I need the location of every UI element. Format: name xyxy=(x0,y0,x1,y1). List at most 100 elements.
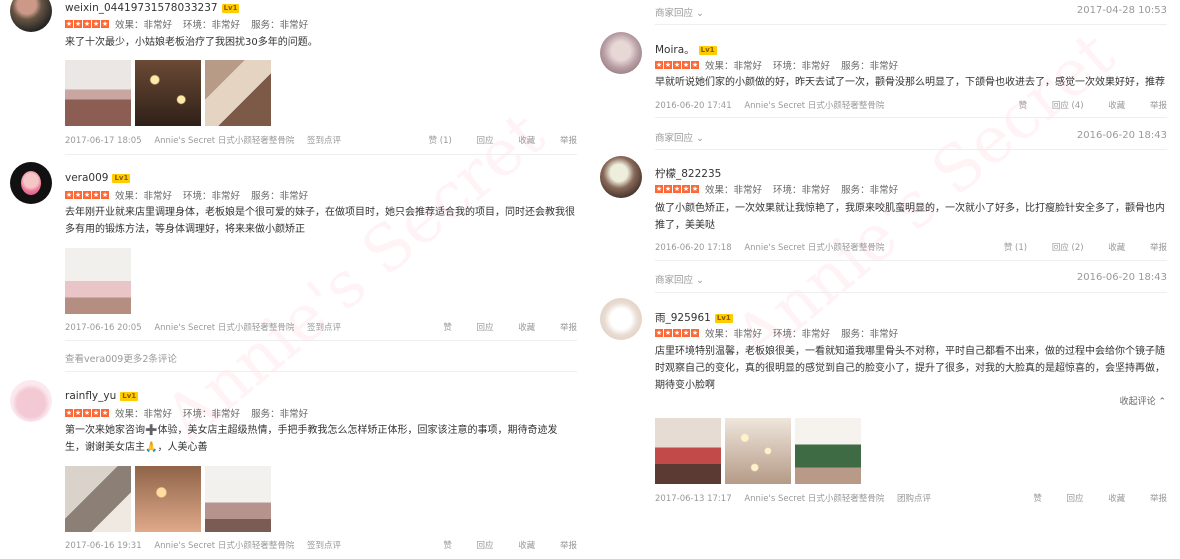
star-icon: ★ xyxy=(74,20,82,28)
star-icon: ★ xyxy=(83,20,91,28)
merchant-reply-toggle[interactable]: 商家回应 ⌄ 2016-06-20 18:43 xyxy=(655,272,1167,286)
username[interactable]: rainfly_yu xyxy=(65,390,116,402)
rating-service: 服务：非常好 xyxy=(251,191,309,202)
star-icon: ★ xyxy=(65,20,73,28)
report-button[interactable]: 举报 xyxy=(1150,243,1167,253)
rating-service: 服务：非常好 xyxy=(841,61,899,72)
shop-name[interactable]: Annie's Secret 日式小颜轻奢整骨院 xyxy=(744,243,884,253)
shop-name[interactable]: Annie's Secret 日式小颜轻奢整骨院 xyxy=(154,541,294,551)
star-icon: ★ xyxy=(101,191,109,199)
collapse-review-button[interactable]: 收起评论 ⌃ xyxy=(1120,394,1166,407)
report-button[interactable]: 举报 xyxy=(1150,101,1167,111)
level-badge: Lv1 xyxy=(112,174,131,183)
report-button[interactable]: 举报 xyxy=(1150,494,1167,504)
review-meta: 2017-06-13 17:17 Annie's Secret 日式小颜轻奢整骨… xyxy=(655,492,1167,504)
username[interactable]: 柠檬_822235 xyxy=(655,168,721,180)
rating-environment: 环境：非常好 xyxy=(183,409,241,420)
reply-button[interactable]: 回应 (4) xyxy=(1052,101,1084,111)
avatar[interactable] xyxy=(600,32,642,74)
star-icon: ★ xyxy=(673,61,681,69)
review-meta: 2017-06-16 19:31 Annie's Secret 日式小颜轻奢整骨… xyxy=(65,539,577,551)
review-photo[interactable] xyxy=(65,248,131,314)
level-badge: Lv1 xyxy=(698,46,717,55)
divider xyxy=(65,154,577,155)
reply-button[interactable]: 回应 xyxy=(1067,494,1084,504)
review-photo[interactable] xyxy=(205,60,271,126)
review-photo[interactable] xyxy=(205,466,271,532)
reply-button[interactable]: 回应 xyxy=(477,136,494,146)
username[interactable]: vera009 xyxy=(65,172,108,184)
review-photo[interactable] xyxy=(655,418,721,484)
avatar[interactable] xyxy=(600,156,642,198)
favorite-button[interactable]: 收藏 xyxy=(518,323,535,333)
review-photo[interactable] xyxy=(65,466,131,532)
review-photo[interactable] xyxy=(135,60,201,126)
reply-button[interactable]: 回应 (2) xyxy=(1052,243,1084,253)
rating-row: ★ ★ ★ ★ ★ 效果：非常好 环境：非常好 服务：非常好 xyxy=(655,182,906,196)
star-icon: ★ xyxy=(92,409,100,417)
divider xyxy=(65,371,577,372)
collapse-label: 收起评论 xyxy=(1119,397,1156,407)
star-rating: ★ ★ ★ ★ ★ xyxy=(65,409,109,417)
avatar[interactable] xyxy=(10,162,52,204)
star-icon: ★ xyxy=(691,61,699,69)
star-icon: ★ xyxy=(682,329,690,337)
username[interactable]: Moira。 xyxy=(655,44,695,56)
photo-gallery xyxy=(65,60,271,126)
rating-service: 服务：非常好 xyxy=(251,409,309,420)
favorite-button[interactable]: 收藏 xyxy=(1108,243,1125,253)
rating-environment: 环境：非常好 xyxy=(183,20,241,31)
like-button[interactable]: 赞 xyxy=(443,323,452,333)
shop-name[interactable]: Annie's Secret 日式小颜轻奢整骨院 xyxy=(744,494,884,504)
review-meta: 2017-06-16 20:05 Annie's Secret 日式小颜轻奢整骨… xyxy=(65,321,577,333)
more-reviews-link[interactable]: 查看vera009更多2条评论 xyxy=(65,351,177,365)
star-icon: ★ xyxy=(92,191,100,199)
star-icon: ★ xyxy=(664,185,672,193)
star-icon: ★ xyxy=(74,409,82,417)
report-button[interactable]: 举报 xyxy=(560,541,577,551)
favorite-button[interactable]: 收藏 xyxy=(518,541,535,551)
username[interactable]: 雨_925961 xyxy=(655,312,711,324)
review-photo[interactable] xyxy=(725,418,791,484)
like-button[interactable]: 赞 (1) xyxy=(429,136,452,146)
avatar[interactable] xyxy=(10,380,52,422)
review-photo[interactable] xyxy=(135,466,201,532)
review-text: 做了小颜色矫正，一次效果就让我惊艳了，我原来咬肌蛮明显的，一次就小了好多，比打瘦… xyxy=(655,203,1165,231)
merchant-reply-toggle[interactable]: 商家回应 ⌄ 2017-04-28 10:53 xyxy=(655,5,1167,19)
review-photo[interactable] xyxy=(65,60,131,126)
review-photo[interactable] xyxy=(795,418,861,484)
merchant-reply-label: 商家回应 xyxy=(655,275,694,286)
rating-service: 服务：非常好 xyxy=(251,20,309,31)
like-button[interactable]: 赞 xyxy=(443,541,452,551)
shop-name[interactable]: Annie's Secret 日式小颜轻奢整骨院 xyxy=(154,136,294,146)
merchant-reply-toggle[interactable]: 商家回应 ⌄ 2016-06-20 18:43 xyxy=(655,130,1167,144)
avatar[interactable] xyxy=(10,0,52,32)
reply-button[interactable]: 回应 xyxy=(477,323,494,333)
review-date: 2016-06-20 17:41 xyxy=(655,101,732,111)
level-badge: Lv1 xyxy=(120,392,139,401)
report-button[interactable]: 举报 xyxy=(560,136,577,146)
reply-button[interactable]: 回应 xyxy=(477,541,494,551)
review-tag: 团购点评 xyxy=(897,494,932,504)
chevron-down-icon: ⌄ xyxy=(696,133,705,144)
favorite-button[interactable]: 收藏 xyxy=(1108,101,1125,111)
username[interactable]: weixin_04419731578033237 xyxy=(65,2,218,14)
like-button[interactable]: 赞 (1) xyxy=(1004,243,1027,253)
report-button[interactable]: 举报 xyxy=(560,323,577,333)
shop-name[interactable]: Annie's Secret 日式小颜轻奢整骨院 xyxy=(744,101,884,111)
favorite-button[interactable]: 收藏 xyxy=(1108,494,1125,504)
username-row: rainfly_yu Lv1 xyxy=(65,390,139,402)
review-text: 第一次来她家咨询➕体验，美女店主超级热情，手把手教我怎么怎样矫正体形，回家该注意… xyxy=(65,425,558,453)
star-rating: ★ ★ ★ ★ ★ xyxy=(65,20,109,28)
avatar[interactable] xyxy=(600,298,642,340)
star-icon: ★ xyxy=(682,185,690,193)
like-button[interactable]: 赞 xyxy=(1019,101,1028,111)
chevron-down-icon: ⌄ xyxy=(696,275,705,286)
star-icon: ★ xyxy=(65,191,73,199)
favorite-button[interactable]: 收藏 xyxy=(518,136,535,146)
like-button[interactable]: 赞 xyxy=(1033,494,1042,504)
rating-effect: 效果：非常好 xyxy=(705,185,763,196)
photo-gallery xyxy=(655,418,861,484)
shop-name[interactable]: Annie's Secret 日式小颜轻奢整骨院 xyxy=(154,323,294,333)
star-icon: ★ xyxy=(101,20,109,28)
